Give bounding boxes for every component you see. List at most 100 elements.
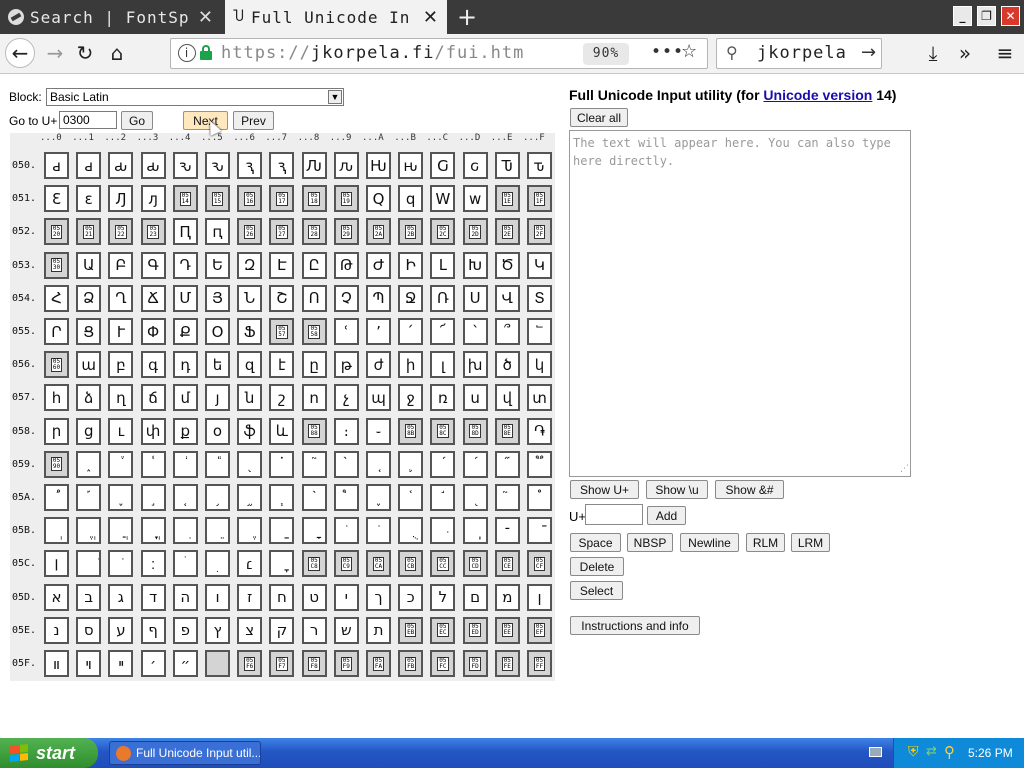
resize-grip-icon[interactable]: ⋰ — [900, 464, 909, 474]
character-cell[interactable]: ֊ — [366, 417, 391, 445]
character-cell[interactable]: ֟ — [527, 450, 552, 478]
character-cell[interactable]: ַ — [269, 517, 295, 545]
character-cell[interactable]: ָ — [301, 517, 327, 545]
character-cell[interactable]: Տ — [527, 284, 552, 312]
character-cell[interactable]: ׀ — [44, 550, 69, 578]
character-cell[interactable]: ԃ — [140, 152, 166, 179]
character-cell[interactable]: ֳ — [140, 517, 166, 545]
character-cell[interactable]: ձ — [76, 384, 102, 412]
character-cell[interactable]: գ — [140, 351, 166, 379]
character-cell[interactable]: ֤ — [172, 484, 198, 511]
character-cell[interactable]: մ — [172, 384, 198, 412]
character-cell[interactable]: Ս — [462, 284, 488, 312]
character-cell[interactable]: ׄ — [172, 550, 198, 578]
character-cell[interactable]: Ձ — [76, 284, 102, 312]
character-cell[interactable]: ״ — [172, 650, 198, 677]
character-cell[interactable]: 05 FC — [430, 650, 456, 677]
character-cell[interactable]: ծ — [494, 351, 520, 379]
character-cell[interactable]: 05 2F — [527, 218, 552, 246]
character-cell[interactable]: י — [333, 583, 359, 611]
character-cell[interactable]: ֶ — [237, 517, 263, 545]
character-cell[interactable]: Ԍ — [430, 152, 456, 179]
character-cell[interactable]: ֹ — [333, 517, 359, 545]
tab-search-fontspace[interactable]: Search | FontSp ✕ — [0, 0, 222, 34]
character-cell[interactable]: խ — [462, 351, 488, 379]
character-cell[interactable]: 05 CC — [430, 550, 456, 578]
overflow-chevron-icon[interactable]: » — [950, 38, 980, 68]
character-cell[interactable]: Պ — [366, 284, 391, 312]
character-cell[interactable]: Շ — [269, 284, 295, 312]
character-cell[interactable]: 05 57 — [269, 318, 295, 345]
character-cell[interactable]: ՚ — [366, 318, 391, 345]
character-cell[interactable]: ր — [44, 417, 69, 445]
character-cell[interactable]: ճ — [140, 384, 166, 412]
character-cell[interactable]: ԓ — [140, 185, 166, 213]
character-cell[interactable]: 05 EF — [527, 616, 552, 644]
character-cell[interactable]: Հ — [44, 284, 69, 312]
character-cell[interactable]: ֒ — [108, 450, 134, 478]
character-cell[interactable]: Խ — [462, 251, 488, 279]
character-cell[interactable]: ֑ — [76, 450, 102, 478]
taskbar-item-browser[interactable]: Full Unicode Input util... — [109, 741, 261, 765]
character-cell[interactable]: և — [269, 417, 295, 445]
character-cell[interactable]: ֚ — [366, 450, 391, 478]
character-cell[interactable]: ּ — [430, 517, 456, 545]
character-cell[interactable]: ֗ — [269, 450, 295, 478]
page-actions-icon[interactable]: ••• — [651, 42, 684, 62]
character-cell[interactable]: ՛ — [398, 318, 424, 345]
character-cell[interactable]: 05 2B — [398, 218, 424, 246]
character-cell[interactable]: Ԉ — [301, 152, 327, 179]
character-cell[interactable]: ք — [172, 417, 198, 445]
character-cell[interactable]: 05 27 — [269, 218, 295, 246]
character-cell[interactable]: ֜ — [430, 450, 456, 478]
character-cell[interactable]: ՝ — [462, 318, 488, 345]
select-button[interactable]: Select — [570, 581, 623, 600]
character-cell[interactable]: ե — [205, 351, 230, 379]
character-cell[interactable]: դ — [172, 351, 198, 379]
character-cell[interactable]: թ — [333, 351, 359, 379]
character-cell[interactable]: 05 2D — [462, 218, 488, 246]
character-cell[interactable]: ז — [237, 583, 263, 611]
character-cell[interactable]: Փ — [140, 318, 166, 345]
character-cell[interactable]: ֩ — [333, 484, 359, 511]
character-cell[interactable]: א — [44, 583, 69, 611]
prev-button[interactable]: Prev — [233, 111, 274, 130]
character-cell[interactable]: ֽ — [462, 517, 488, 545]
character-cell[interactable]: ׁ — [76, 550, 102, 578]
character-cell[interactable]: Կ — [527, 251, 552, 279]
delete-button[interactable]: Delete — [570, 557, 624, 576]
close-window-icon[interactable]: ✕ — [1001, 6, 1020, 26]
character-cell[interactable]: Չ — [333, 284, 359, 312]
character-cell[interactable]: ԛ — [398, 185, 424, 213]
character-cell[interactable]: ՞ — [494, 318, 520, 345]
character-cell[interactable]: է — [269, 351, 295, 379]
character-cell[interactable]: 05 F8 — [301, 650, 327, 677]
character-cell[interactable]: Թ — [333, 251, 359, 279]
close-tab-icon[interactable]: ✕ — [423, 7, 439, 28]
character-cell[interactable]: ֣ — [140, 484, 166, 511]
character-cell[interactable]: ֡ — [76, 484, 102, 511]
character-cell[interactable]: ո — [301, 384, 327, 412]
character-cell[interactable]: 05 14 — [172, 185, 198, 213]
character-cell[interactable]: ԑ — [76, 185, 102, 213]
character-cell[interactable]: Ռ — [430, 284, 456, 312]
character-cell[interactable]: ב — [76, 583, 102, 611]
character-cell[interactable]: Բ — [108, 251, 134, 279]
character-cell[interactable]: ו — [205, 583, 230, 611]
character-cell[interactable]: ׳ — [140, 650, 166, 677]
forward-arrow-icon[interactable]: → — [40, 38, 70, 68]
character-cell[interactable]: ԏ — [527, 152, 552, 179]
character-cell[interactable]: ֞ — [494, 450, 520, 478]
character-cell[interactable]: 05 1E — [494, 185, 520, 213]
character-cell[interactable]: ն — [237, 384, 263, 412]
character-cell[interactable]: Գ — [140, 251, 166, 279]
character-cell[interactable]: ֭ — [462, 484, 488, 511]
character-cell[interactable]: ײ — [108, 650, 134, 677]
character-cell[interactable]: 05 EC — [430, 616, 456, 644]
character-cell[interactable]: ך — [366, 583, 391, 611]
character-cell[interactable]: ֲ — [108, 517, 134, 545]
character-cell[interactable]: 05 CE — [494, 550, 520, 578]
character-cell[interactable]: վ — [494, 384, 520, 412]
search-icon[interactable]: ⚲ — [944, 743, 955, 761]
character-cell[interactable]: 05 28 — [301, 218, 327, 246]
